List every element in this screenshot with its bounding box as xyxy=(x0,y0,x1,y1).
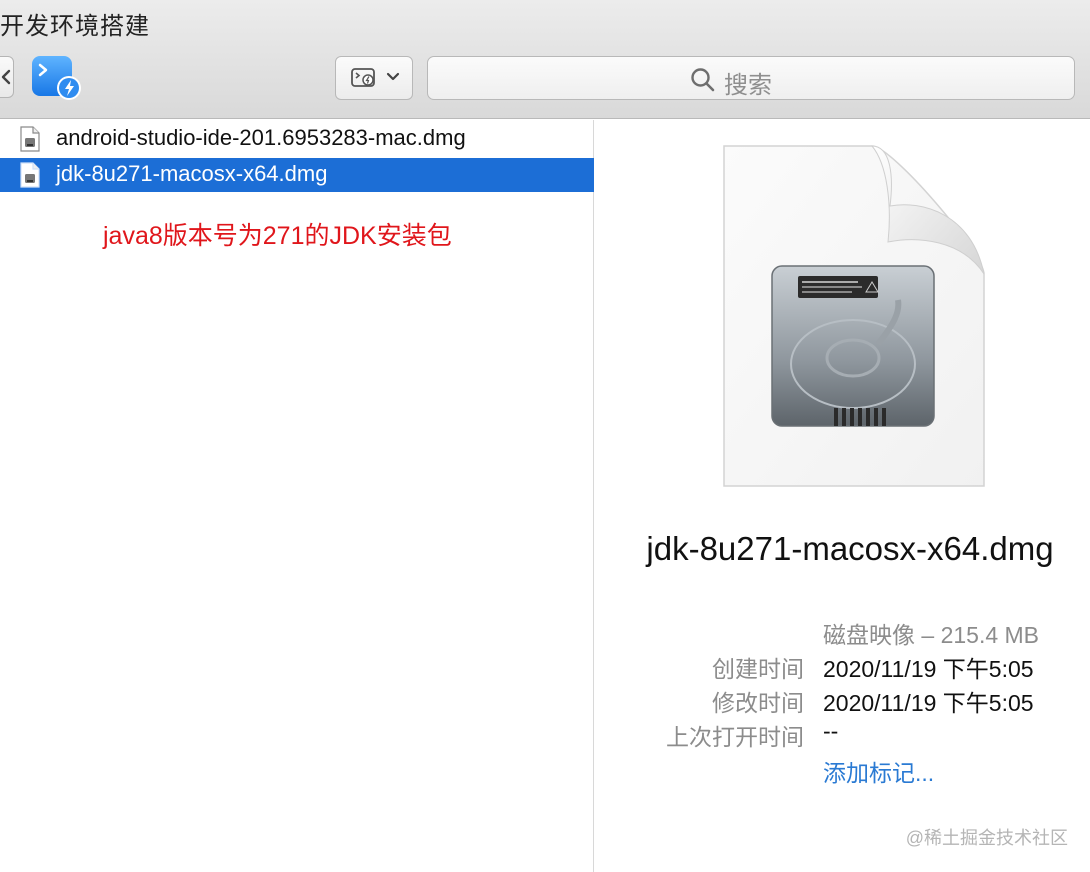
back-button[interactable] xyxy=(0,56,14,98)
meta-created-label: 创建时间 xyxy=(712,656,804,682)
meta-created-row: 创建时间 2020/11/19 下午5:05 xyxy=(596,650,1090,684)
search-icon xyxy=(691,68,715,92)
terminal-app-icon[interactable] xyxy=(31,55,83,101)
search-placeholder: 搜索 xyxy=(724,71,772,99)
finder-toolbar: 开发环境搭建 搜索 xyxy=(0,0,1090,119)
red-annotation-text: java8版本号为271的JDK安装包 xyxy=(103,222,452,250)
meta-opened-row: 上次打开时间 -- xyxy=(596,718,1090,752)
meta-kind-value: 磁盘映像 – 215.4 MB xyxy=(823,622,1040,648)
meta-tags-row: 添加标记... xyxy=(596,754,1090,788)
chevron-down-icon xyxy=(386,72,400,81)
file-row-jdk[interactable]: jdk-8u271-macosx-x64.dmg xyxy=(0,158,594,192)
search-field[interactable]: 搜索 xyxy=(427,56,1075,100)
meta-opened-label: 上次打开时间 xyxy=(666,724,804,750)
dmg-file-icon xyxy=(20,162,40,188)
file-name: android-studio-ide-201.6953283-mac.dmg xyxy=(56,125,466,150)
dmg-file-icon xyxy=(20,126,40,152)
watermark: @稀土掘金技术社区 xyxy=(905,828,1068,848)
disk-image-preview-icon xyxy=(723,145,985,487)
meta-modified-row: 修改时间 2020/11/19 下午5:05 xyxy=(596,684,1090,718)
add-tags-link[interactable]: 添加标记... xyxy=(823,754,934,788)
file-list-column: android-studio-ide-201.6953283-mac.dmg j… xyxy=(0,120,594,872)
view-options-icon xyxy=(351,68,375,87)
meta-created-value: 2020/11/19 下午5:05 xyxy=(823,656,1034,682)
meta-modified-label: 修改时间 xyxy=(712,690,804,716)
back-chevron-icon xyxy=(1,69,11,85)
preview-file-name: jdk-8u271-macosx-x64.dmg xyxy=(646,530,1054,567)
file-row-android-studio[interactable]: android-studio-ide-201.6953283-mac.dmg xyxy=(0,122,594,156)
meta-opened-value: -- xyxy=(823,718,839,744)
meta-modified-value: 2020/11/19 下午5:05 xyxy=(823,690,1034,716)
window-title: 开发环境搭建 xyxy=(0,12,150,40)
meta-kind-row: 磁盘映像 – 215.4 MB xyxy=(596,616,1090,650)
preview-column: jdk-8u271-macosx-x64.dmg 磁盘映像 – 215.4 MB… xyxy=(596,120,1090,872)
file-name: jdk-8u271-macosx-x64.dmg xyxy=(56,161,328,186)
view-options-button[interactable] xyxy=(335,56,413,100)
